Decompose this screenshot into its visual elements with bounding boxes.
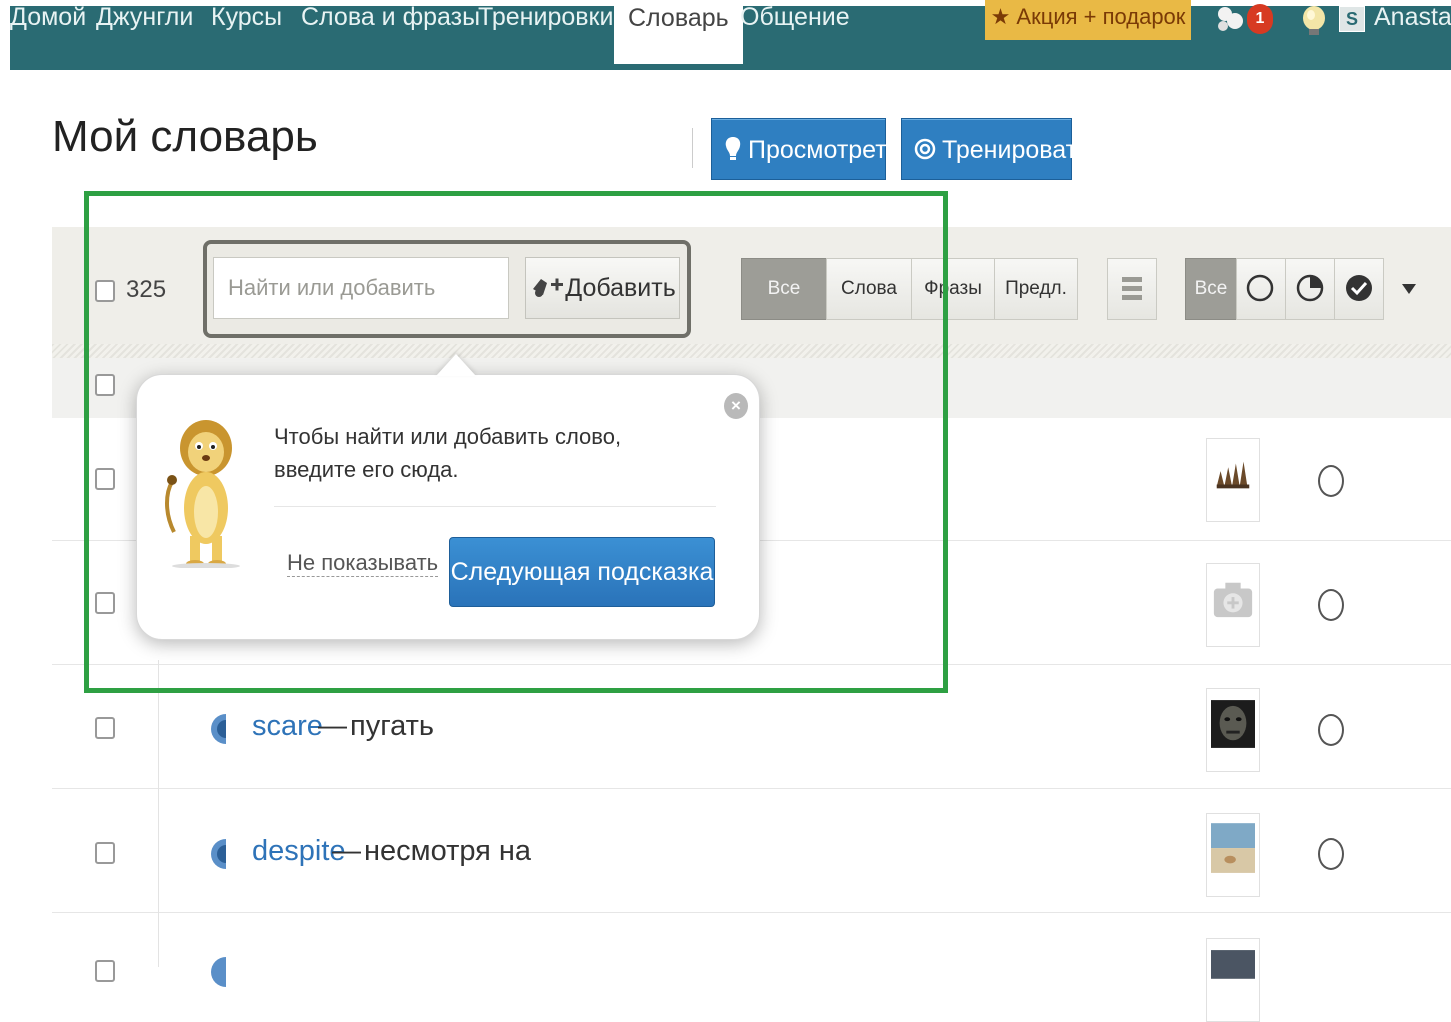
select-all-checkbox[interactable] (95, 280, 115, 302)
word-image[interactable] (1206, 438, 1260, 522)
list-left-rule (158, 660, 159, 967)
row-checkbox[interactable] (95, 960, 115, 982)
status-filter-all[interactable]: Все (1185, 258, 1237, 320)
row-divider (52, 664, 1451, 665)
status-learned-icon (1346, 275, 1372, 301)
filter-phrases[interactable]: Фразы (911, 258, 995, 320)
camera-icon (1213, 582, 1253, 618)
train-icon (914, 138, 936, 160)
nav-item-words-phrases[interactable]: Слова и фразы (301, 0, 480, 40)
word-image-picture (1211, 444, 1255, 504)
list-icon-bar-3 (1122, 295, 1142, 300)
word-image[interactable] (1206, 813, 1260, 897)
add-word-button[interactable]: Добавить (525, 257, 680, 319)
nav-item-dictionary[interactable]: Словарь (614, 0, 743, 64)
row-checkbox[interactable] (95, 717, 115, 739)
title-divider (692, 128, 693, 168)
nav-item-courses[interactable]: Курсы (211, 0, 282, 40)
train-button-label: Тренировать (942, 136, 1091, 164)
notifications-icon[interactable] (1213, 4, 1247, 34)
toolbar-edge (52, 344, 1451, 358)
list-icon-bar-2 (1122, 286, 1142, 291)
add-image-button[interactable] (1206, 563, 1260, 647)
word-translation: несмотря на (364, 835, 532, 867)
filter-words[interactable]: Слова (826, 258, 912, 320)
nav-item-home[interactable]: Домой (10, 0, 86, 40)
row-checkbox[interactable] (95, 468, 115, 490)
word-translation: пугать (350, 710, 435, 742)
row-divider (52, 912, 1451, 913)
word-dash: — (318, 710, 347, 742)
word-image-picture (1211, 823, 1255, 873)
learn-status-icon[interactable] (1318, 465, 1344, 497)
username-link[interactable]: Anasta (1374, 0, 1451, 34)
row-divider (52, 788, 1451, 789)
list-icon-bar-1 (1122, 277, 1142, 282)
speaker-icon[interactable] (206, 955, 234, 989)
list-view-button[interactable] (1107, 258, 1157, 320)
chevron-down-icon[interactable] (1402, 284, 1416, 294)
word-count: 325 (126, 276, 167, 303)
profile-s-icon[interactable]: S (1339, 6, 1365, 32)
notification-badge: 1 (1247, 4, 1273, 34)
train-button[interactable]: Тренировать (901, 118, 1090, 180)
learn-status-icon[interactable] (1318, 589, 1344, 621)
next-hint-button[interactable]: Следующая подсказка (449, 537, 715, 607)
view-button[interactable]: Просмотреть (711, 118, 900, 180)
learn-status-icon[interactable] (1318, 714, 1344, 746)
word-image-picture (1211, 700, 1255, 748)
add-word-icon (533, 278, 564, 297)
row-checkbox[interactable] (95, 592, 115, 614)
word-image-picture (1211, 950, 1255, 979)
hint-popup-arrow (436, 354, 476, 376)
nav-item-communication[interactable]: Общение (740, 0, 850, 40)
word-image[interactable] (1206, 938, 1260, 1022)
hint-popup-text: Чтобы найти или добавить слово, введите … (274, 424, 622, 482)
speaker-icon[interactable] (206, 712, 234, 746)
word-link[interactable]: scare (252, 710, 323, 743)
nav-item-trainings[interactable]: Тренировки (478, 0, 613, 40)
promo-button[interactable]: ★ Акция + подарок (985, 0, 1191, 40)
filter-sentences[interactable]: Предл. (994, 258, 1078, 320)
status-new-icon (1246, 274, 1274, 302)
learn-status-icon[interactable] (1318, 838, 1344, 870)
filter-all[interactable]: Все (741, 258, 827, 320)
word-dash: — (332, 835, 361, 867)
add-word-label: Добавить (565, 274, 676, 302)
lion-mascot-icon (165, 420, 240, 568)
nav-item-jungle[interactable]: Джунгли (96, 0, 193, 40)
word-image[interactable] (1206, 688, 1260, 772)
page-title: Мой словарь (52, 112, 318, 161)
status-learning-icon (1296, 274, 1324, 302)
speaker-icon[interactable] (206, 837, 234, 871)
row-checkbox[interactable] (95, 374, 115, 396)
row-checkbox[interactable] (95, 842, 115, 864)
dont-show-link[interactable]: Не показывать (287, 550, 439, 577)
view-button-label: Просмотреть (748, 136, 900, 164)
lightbulb-icon[interactable] (1300, 4, 1328, 38)
view-icon (725, 137, 741, 160)
close-icon[interactable]: × (724, 393, 748, 419)
hint-popup-separator (274, 506, 716, 507)
search-input[interactable] (213, 257, 509, 319)
